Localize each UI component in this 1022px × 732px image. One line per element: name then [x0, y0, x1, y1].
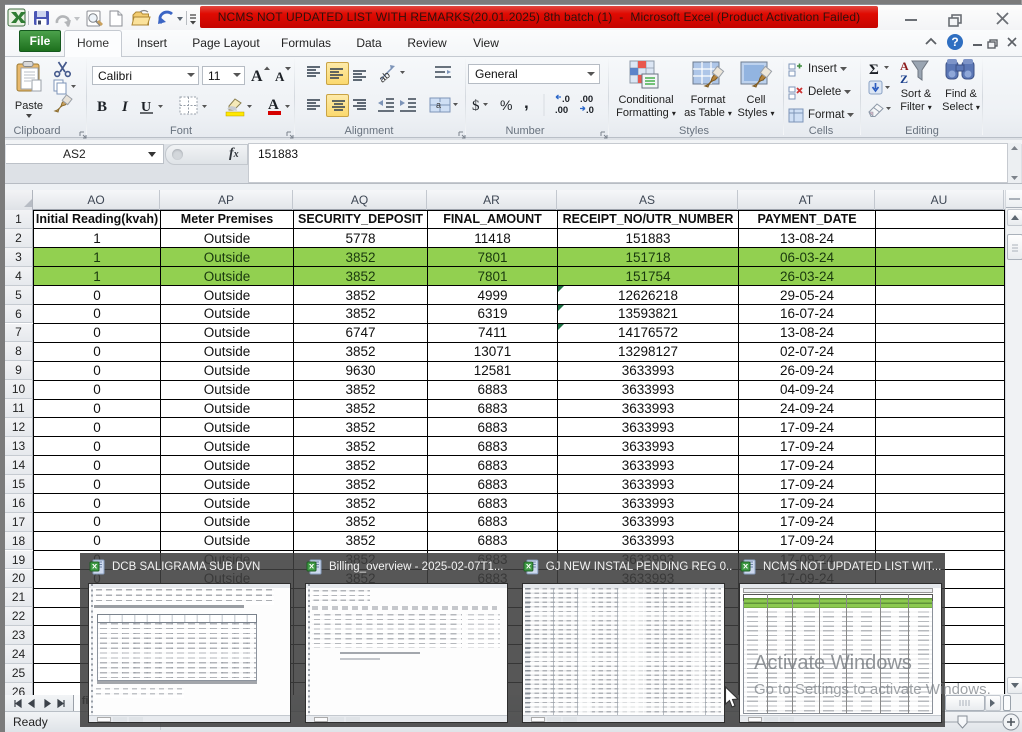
svg-text:ab: ab: [378, 70, 393, 83]
svg-text:.00: .00: [555, 105, 568, 116]
svg-text:?: ?: [951, 35, 958, 49]
svg-text:,: ,: [524, 93, 529, 112]
svg-text:.0: .0: [586, 105, 594, 116]
svg-text:$: $: [472, 98, 480, 114]
svg-text:I: I: [121, 99, 129, 115]
svg-text:A: A: [268, 97, 279, 113]
svg-text:.00: .00: [580, 94, 593, 105]
svg-text:A: A: [275, 69, 285, 84]
svg-text:Σ: Σ: [869, 62, 879, 77]
svg-text:%: %: [500, 97, 512, 113]
svg-text:Z: Z: [900, 72, 908, 86]
svg-text:B: B: [97, 99, 107, 115]
svg-text:A: A: [251, 68, 263, 85]
svg-text:.0: .0: [562, 94, 570, 105]
svg-text:A: A: [900, 59, 909, 73]
svg-text:a: a: [436, 100, 441, 110]
